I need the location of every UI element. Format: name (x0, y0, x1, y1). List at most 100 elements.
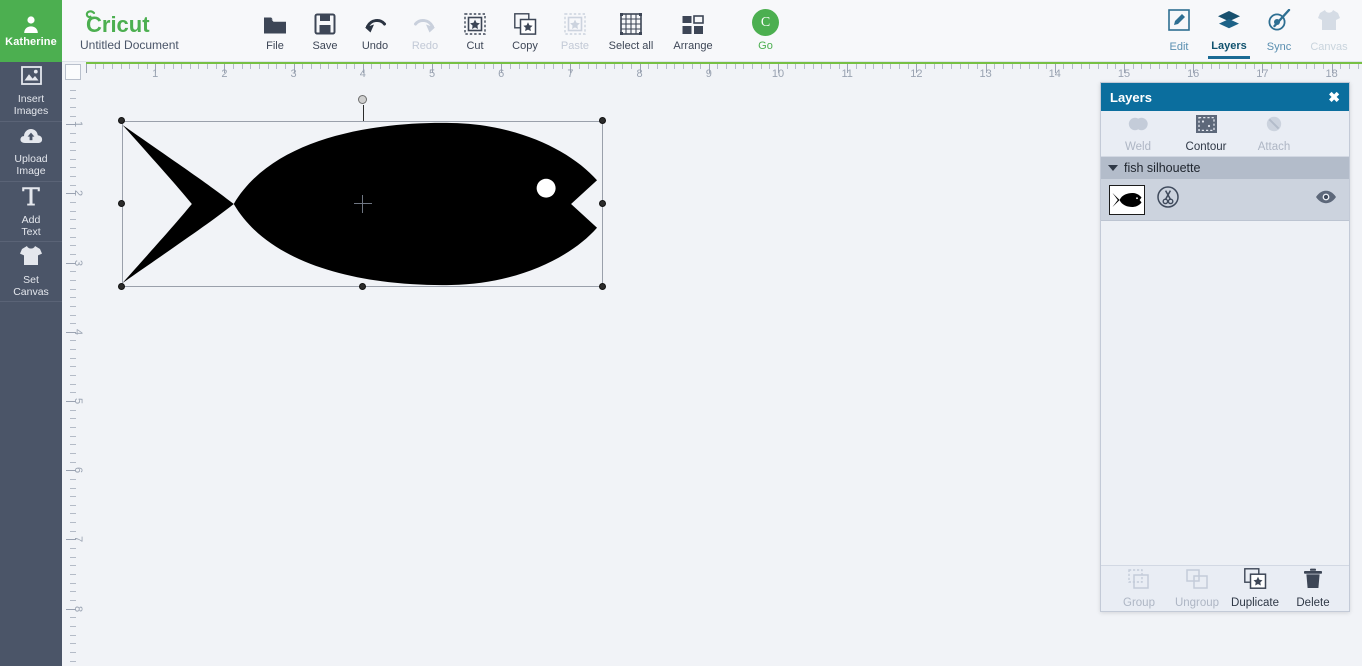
scissors-cut-icon[interactable] (1157, 186, 1179, 213)
ruler-tick (544, 64, 546, 69)
ruler-tick (1080, 64, 1082, 69)
file-button[interactable]: File (250, 9, 300, 52)
ruler-label: 6 (72, 467, 85, 474)
ruler-tick (553, 64, 555, 69)
ruler-tick (397, 64, 399, 69)
ruler-tick (380, 64, 382, 69)
duplicate-button[interactable]: Duplicate (1229, 568, 1281, 609)
layer-group-row[interactable]: fish silhouette (1101, 157, 1349, 179)
document-title[interactable]: Untitled Document (80, 38, 250, 52)
attach-label: Attach (1257, 140, 1291, 153)
paste-button[interactable]: Paste (550, 9, 600, 52)
ruler-tick (70, 132, 76, 134)
select-all-label: Select all (608, 40, 654, 52)
layers-stack-icon (1217, 10, 1241, 35)
ruler-tick (873, 64, 875, 69)
rotate-handle[interactable] (357, 95, 367, 104)
resize-handle-bottom-center[interactable] (358, 283, 366, 290)
resize-handle-middle-right[interactable] (599, 200, 606, 207)
ruler-tick (70, 98, 76, 100)
ruler-tick (70, 599, 76, 601)
rail-item-set-canvas[interactable]: Set Canvas (0, 242, 62, 302)
ruler-tick (527, 64, 529, 69)
undo-button[interactable]: Undo (350, 9, 400, 52)
ruler-origin-button[interactable] (65, 64, 81, 80)
user-avatar-icon (21, 14, 41, 34)
copy-button[interactable]: Copy (500, 9, 550, 52)
ruler-tick (734, 64, 736, 69)
rail-item-insert-images[interactable]: Insert Images (0, 62, 62, 122)
paste-label: Paste (560, 40, 590, 52)
rail-item-upload-image[interactable]: Upload Image (0, 122, 62, 182)
resize-handle-middle-left[interactable] (118, 200, 125, 207)
ruler-tick (1297, 64, 1298, 69)
rail-item-upload-image-label: Upload Image (14, 152, 48, 177)
chevron-down-icon[interactable] (1108, 165, 1118, 171)
horizontal-ruler[interactable]: 1 2 3 4 5 6 7 8 9 10 11 12 13 14 15 16 17 18 (62, 62, 1362, 82)
ruler-tick (423, 64, 425, 69)
ruler-tick (354, 64, 356, 69)
ruler-label: 2 (221, 68, 228, 80)
resize-handle-top-right[interactable] (599, 117, 606, 124)
vertical-ruler[interactable]: 1 2 3 4 5 6 7 8 (62, 82, 86, 666)
go-button[interactable]: C Go (752, 9, 779, 52)
ruler-tick (1227, 64, 1229, 69)
close-icon[interactable]: ✖ (1328, 90, 1340, 104)
copy-label: Copy (512, 40, 538, 52)
ruler-tick (189, 64, 191, 69)
contour-button[interactable]: Contour (1177, 114, 1235, 153)
group-button[interactable]: Group (1113, 568, 1165, 609)
ruler-tick (648, 64, 650, 69)
ruler-tick (215, 64, 217, 69)
layers-panel-header: Layers ✖ (1101, 83, 1349, 111)
delete-button[interactable]: Delete (1287, 568, 1339, 609)
tab-sync[interactable]: Sync (1254, 3, 1304, 59)
fish-thumbnail[interactable] (1109, 184, 1145, 215)
account-tile[interactable]: Katherine (0, 0, 62, 62)
tab-layers[interactable]: Layers (1204, 3, 1254, 59)
text-t-icon (21, 186, 41, 211)
weld-button[interactable]: Weld (1109, 115, 1167, 153)
redo-button[interactable]: Redo (400, 9, 450, 52)
ruler-tick (1340, 64, 1342, 69)
rail-item-add-text[interactable]: Add Text (0, 182, 62, 242)
ungroup-button[interactable]: Ungroup (1171, 568, 1223, 609)
select-all-button[interactable]: Select all (600, 9, 662, 52)
ruler-tick (70, 245, 76, 247)
ruler-tick (70, 305, 76, 307)
resize-handle-bottom-left[interactable] (118, 283, 125, 290)
ruler-tick (786, 64, 788, 69)
resize-handle-top-left[interactable] (118, 117, 125, 124)
tab-canvas[interactable]: Canvas (1304, 3, 1354, 59)
cut-button[interactable]: Cut (450, 9, 500, 52)
ruler-tick (1115, 64, 1117, 69)
ruler-tick (207, 64, 209, 69)
ruler-label: 18 (1325, 68, 1338, 80)
layer-row[interactable] (1101, 179, 1349, 221)
ruler-tick (864, 64, 866, 69)
ruler-label: 15 (1117, 68, 1131, 80)
ruler-tick (70, 314, 76, 316)
ruler-tick (70, 487, 76, 489)
ruler-tick (1314, 64, 1316, 69)
attach-button[interactable]: Attach (1245, 115, 1303, 153)
ruler-tick (561, 64, 563, 69)
ruler-tick (70, 115, 76, 117)
resize-handle-bottom-right[interactable] (599, 283, 606, 290)
go-label: Go (758, 40, 773, 52)
tab-edit[interactable]: Edit (1154, 3, 1204, 59)
eye-icon[interactable] (1315, 190, 1337, 209)
ruler-tick (163, 64, 165, 69)
arrange-button[interactable]: Arrange (662, 9, 724, 52)
svg-text:Cricut: Cricut (86, 12, 150, 36)
ruler-label: 5 (428, 68, 436, 80)
ruler-tick (284, 64, 286, 69)
layers-panel-title: Layers (1110, 89, 1152, 105)
ruler-tick (70, 253, 76, 255)
ruler-tick (994, 64, 996, 69)
ruler-tick (630, 64, 632, 69)
save-button[interactable]: Save (300, 9, 350, 52)
ruler-label: 14 (1048, 68, 1061, 80)
sync-drop-icon (1267, 8, 1291, 36)
brand-block[interactable]: Cricut Untitled Document (62, 9, 250, 52)
